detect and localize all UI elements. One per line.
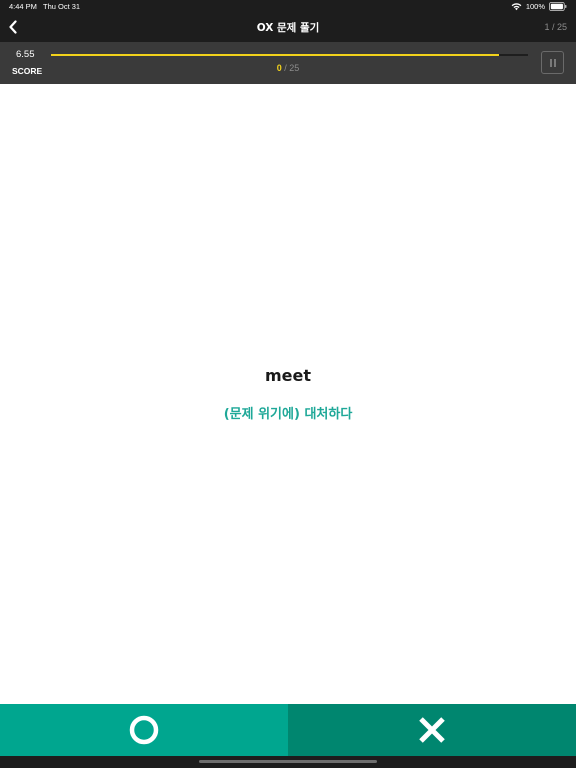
cross-x-icon	[419, 717, 445, 743]
pause-icon	[549, 58, 552, 67]
page-title: OX 문제 풀기	[256, 22, 320, 34]
time-progress-fill	[51, 54, 500, 56]
question-word: meet	[264, 366, 312, 385]
battery-icon	[549, 2, 567, 11]
status-time: 4:44 PM	[9, 2, 37, 11]
status-indicators: 100%	[511, 1, 567, 12]
score-value: 6.55	[16, 49, 35, 60]
home-indicator[interactable]	[199, 760, 377, 763]
top-bar: 4:44 PM Thu Oct 31 100% OX 문제 풀기 1 / 25	[0, 0, 576, 42]
circle-o-icon	[129, 715, 159, 745]
question-page-counter: 1 / 25	[544, 22, 567, 32]
pause-button[interactable]	[541, 51, 564, 74]
battery-percentage: 100%	[525, 2, 545, 11]
correct-counter: 0 / 25	[0, 63, 576, 73]
correct-count: 0	[276, 63, 282, 73]
status-date: Thu Oct 31	[43, 2, 81, 11]
wifi-icon	[511, 3, 522, 11]
pause-icon-bar	[553, 58, 556, 67]
time-progress-track	[51, 54, 528, 56]
total-count: / 25	[284, 63, 300, 73]
question-meaning: (문제 위기에) 대처하다	[223, 407, 353, 422]
score-bar: 6.55 SCORE 0 / 25	[0, 42, 576, 84]
answer-x-button[interactable]	[288, 704, 576, 756]
home-strip	[0, 756, 576, 768]
answer-o-button[interactable]	[0, 704, 288, 756]
